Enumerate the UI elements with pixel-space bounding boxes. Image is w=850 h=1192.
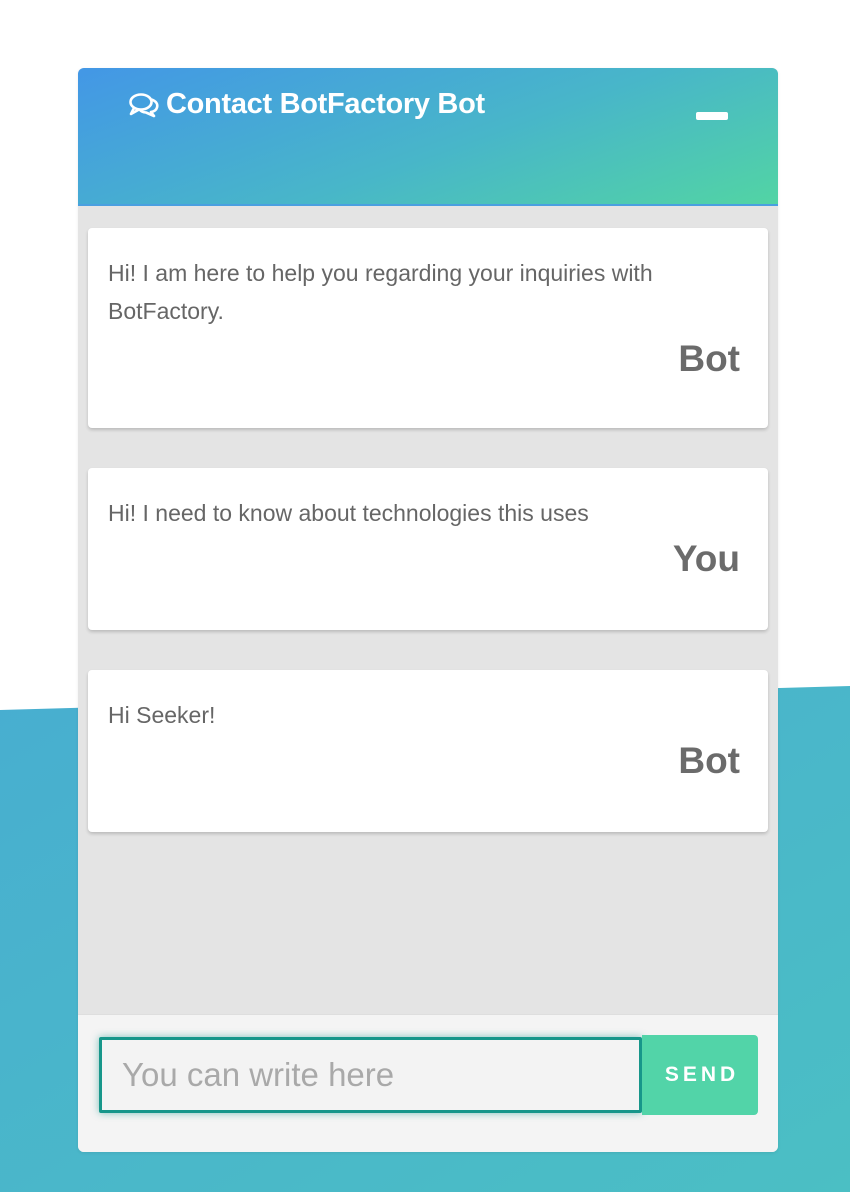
- send-button[interactable]: SEND: [642, 1035, 758, 1115]
- message-text: Hi! I am here to help you regarding your…: [108, 260, 653, 324]
- message-list: Hi! I am here to help you regarding your…: [88, 228, 768, 872]
- chat-header: Contact BotFactory Bot: [78, 68, 778, 206]
- message-card: Hi! I am here to help you regarding your…: [88, 228, 768, 428]
- chat-title: Contact BotFactory Bot: [128, 88, 485, 121]
- chat-bubbles-icon: [128, 92, 160, 118]
- message-sender: Bot: [678, 740, 740, 781]
- message-card: Hi! I need to know about technologies th…: [88, 468, 768, 630]
- message-composer: SEND: [78, 1014, 778, 1152]
- message-text: Hi Seeker!: [108, 702, 216, 728]
- message-input[interactable]: [99, 1037, 642, 1113]
- chat-title-text: Contact BotFactory Bot: [166, 88, 485, 120]
- message-sender: You: [672, 538, 740, 579]
- minimize-button[interactable]: [696, 112, 728, 120]
- message-card: Hi Seeker! Bot: [88, 670, 768, 832]
- message-sender: Bot: [678, 338, 740, 379]
- chat-widget: Contact BotFactory Bot Hi! I am here to …: [78, 68, 778, 1152]
- message-text: Hi! I need to know about technologies th…: [108, 500, 589, 526]
